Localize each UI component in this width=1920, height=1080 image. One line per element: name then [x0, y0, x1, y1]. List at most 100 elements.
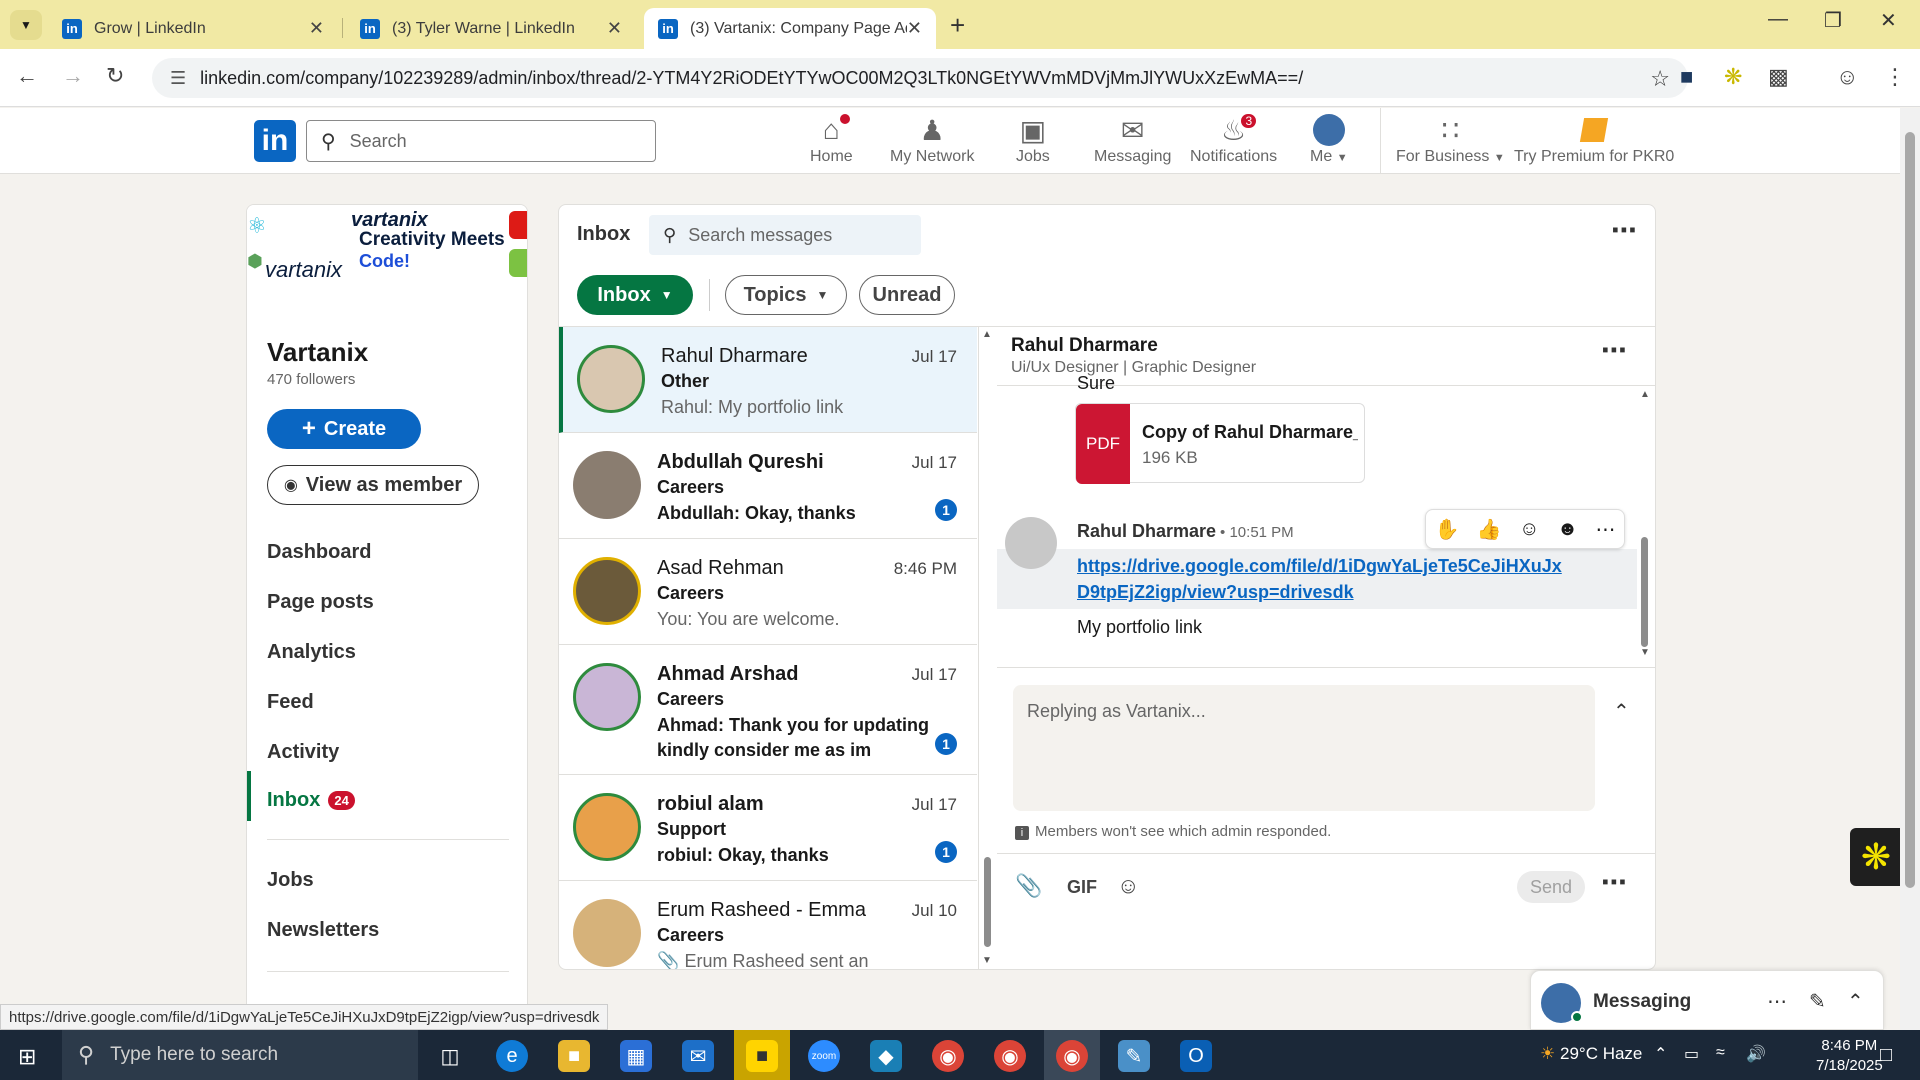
page-scrollbar[interactable] [1900, 108, 1920, 1030]
notification-center-icon[interactable]: □ [1880, 1044, 1892, 1067]
close-tab-icon[interactable]: ✕ [607, 18, 622, 39]
taskbar-search-input[interactable]: ⚲ Type here to search [62, 1030, 418, 1080]
conversation-item[interactable]: Abdullah Qureshi Jul 17 Careers Abdullah… [559, 433, 977, 539]
extension-icon[interactable]: ■ [1680, 64, 1693, 90]
conversation-item[interactable]: Ahmad Arshad Jul 17 Careers Ahmad: Thank… [559, 645, 977, 775]
conversation-item[interactable]: Erum Rasheed - Emma Jul 10 Careers 📎 Eru… [559, 881, 977, 969]
wifi-icon[interactable]: ≈ [1716, 1044, 1725, 1062]
message-link[interactable]: https://drive.google.com/file/d/1iDgwYaL… [1077, 553, 1567, 605]
paperclip-icon[interactable]: 📎 [1015, 873, 1042, 899]
profile-icon[interactable]: ☺ [1836, 64, 1858, 90]
add-reaction-icon[interactable]: ☻ [1557, 518, 1578, 541]
sidebar-item-newsletters[interactable]: Newsletters [267, 919, 379, 942]
filter-unread-button[interactable]: Unread [859, 275, 955, 315]
chevron-up-icon[interactable]: ⌃ [1613, 699, 1630, 724]
filter-inbox-dropdown[interactable]: Inbox ▼ [577, 275, 693, 315]
scrollbar-thumb[interactable] [1905, 132, 1915, 888]
tab-search-chevron-icon[interactable]: ▼ [10, 10, 42, 40]
browser-tab-tyler[interactable]: in (3) Tyler Warne | LinkedIn ✕ [346, 8, 636, 49]
microsoft-store-icon[interactable]: ▦ [620, 1040, 652, 1072]
sidebar-item-dashboard[interactable]: Dashboard [267, 541, 371, 564]
browser-menu-icon[interactable]: ⋮ [1884, 64, 1906, 90]
chrome-profile-icon[interactable]: ◉ [994, 1040, 1026, 1072]
messaging-overlay-bar[interactable]: Messaging ⋯ ✎ ⌃ [1530, 970, 1884, 1030]
nav-notifications[interactable]: ♨ 3 Notifications [1190, 112, 1277, 166]
conversation-item[interactable]: Rahul Dharmare Jul 17 Other Rahul: My po… [559, 327, 977, 433]
composer-more-icon[interactable]: ⋯ [1601, 867, 1628, 898]
edge-browser-icon[interactable]: e [496, 1040, 528, 1072]
forward-arrow-icon[interactable]: → [62, 63, 84, 89]
create-button[interactable]: + Create [267, 409, 421, 449]
chrome-active-icon[interactable]: ◉ [1056, 1040, 1088, 1072]
emoji-icon[interactable]: ☺ [1117, 873, 1139, 899]
maximize-icon[interactable]: ❐ [1824, 8, 1842, 33]
close-tab-icon[interactable]: ✕ [309, 18, 324, 39]
message-sender[interactable]: Rahul Dharmare • 10:51 PM [1077, 521, 1294, 542]
mail-icon[interactable]: ✉ [682, 1040, 714, 1072]
tray-chevron-up-icon[interactable]: ⌃ [1654, 1044, 1667, 1064]
nav-me[interactable]: Me ▼ [1310, 114, 1348, 166]
send-button[interactable]: Send [1517, 871, 1585, 903]
sticky-notes-icon[interactable]: ■ [746, 1040, 778, 1072]
thread-contact-name[interactable]: Rahul Dharmare [1011, 335, 1158, 357]
minimize-icon[interactable]: — [1768, 8, 1788, 31]
nav-premium[interactable]: Try Premium for PKR0 [1514, 114, 1674, 166]
thread-more-options-icon[interactable]: ⋯ [1601, 335, 1628, 366]
thread-scrollbar[interactable]: ▲ ▼ [1637, 389, 1653, 659]
conversation-item[interactable]: Asad Rehman 8:46 PM Careers You: You are… [559, 539, 977, 645]
nav-messaging[interactable]: ✉ Messaging [1094, 114, 1171, 166]
messaging-more-icon[interactable]: ⋯ [1767, 989, 1787, 1014]
close-window-icon[interactable]: ✕ [1880, 8, 1897, 33]
linkedin-logo[interactable]: in [254, 120, 296, 162]
filter-topics-dropdown[interactable]: Topics ▼ [725, 275, 847, 315]
nav-for-business[interactable]: ∷ For Business ▼ [1396, 114, 1505, 166]
global-search-input[interactable]: ⚲ Search [306, 120, 656, 162]
weather-widget[interactable]: ☀ 29°C Haze [1540, 1044, 1642, 1064]
thumbs-up-emoji-icon[interactable]: 👍 [1477, 517, 1502, 542]
outlook-icon[interactable]: O [1180, 1040, 1212, 1072]
windows-start-icon[interactable]: ⊞ [18, 1044, 36, 1070]
reply-textarea[interactable]: Replying as Vartanix... [1013, 685, 1595, 811]
system-clock[interactable]: 8:46 PM 7/18/2025 [1816, 1036, 1883, 1076]
sidebar-item-feed[interactable]: Feed [267, 691, 314, 714]
scroll-down-arrow-icon[interactable]: ▼ [1640, 647, 1650, 658]
reload-icon[interactable]: ↻ [106, 63, 124, 89]
floating-widget-sparkle-icon[interactable]: ❋ [1850, 828, 1902, 886]
sidebar-item-inbox[interactable]: Inbox 24 [267, 789, 355, 812]
bookmark-star-icon[interactable]: ☆ [1650, 66, 1670, 92]
new-tab-plus-icon[interactable]: + [950, 10, 965, 41]
scroll-up-arrow-icon[interactable]: ▲ [1640, 389, 1650, 400]
sidebar-item-page-posts[interactable]: Page posts [267, 591, 374, 614]
sidebar-item-analytics[interactable]: Analytics [267, 641, 356, 664]
inbox-more-options-icon[interactable]: ⋯ [1611, 215, 1638, 246]
scrollbar-thumb[interactable] [1641, 537, 1648, 647]
scrollbar-thumb[interactable] [984, 857, 991, 947]
app-diamond-icon[interactable]: ◆ [870, 1040, 902, 1072]
chrome-icon[interactable]: ◉ [932, 1040, 964, 1072]
close-tab-icon[interactable]: ✕ [907, 18, 922, 39]
volume-icon[interactable]: 🔊 [1746, 1044, 1766, 1064]
gif-button[interactable]: GIF [1067, 877, 1097, 898]
nav-home[interactable]: ⌂ Home [810, 112, 853, 166]
sidebar-item-activity[interactable]: Activity [267, 741, 339, 764]
scroll-down-arrow-icon[interactable]: ▼ [982, 955, 992, 966]
sidebar-item-jobs[interactable]: Jobs [267, 869, 314, 892]
message-more-icon[interactable]: ⋯ [1595, 517, 1615, 542]
notepad-icon[interactable]: ✎ [1118, 1040, 1150, 1072]
zoom-icon[interactable]: zoom [808, 1040, 840, 1072]
file-explorer-icon[interactable]: ■ [558, 1040, 590, 1072]
company-name[interactable]: Vartanix [267, 337, 368, 368]
nav-jobs[interactable]: ▣ Jobs [1016, 114, 1050, 166]
smile-emoji-icon[interactable]: ☺ [1519, 518, 1539, 541]
browser-tab-grow[interactable]: in Grow | LinkedIn ✕ [48, 8, 338, 49]
view-as-member-button[interactable]: ◉ View as member [267, 465, 479, 505]
pdf-attachment[interactable]: PDF Copy of Rahul Dharmare_(F 196 KB [1075, 403, 1365, 484]
conversation-item[interactable]: robiul alam Jul 17 Support robiul: Okay,… [559, 775, 977, 881]
avatar[interactable] [1005, 517, 1057, 569]
nav-my-network[interactable]: ♟ My Network [890, 114, 974, 166]
compose-icon[interactable]: ✎ [1809, 989, 1826, 1014]
browser-tab-vartanix[interactable]: in (3) Vartanix: Company Page Adr ✕ [644, 8, 936, 49]
chevron-up-icon[interactable]: ⌃ [1847, 989, 1864, 1014]
url-input[interactable]: ☰ linkedin.com/company/102239289/admin/i… [152, 58, 1688, 98]
back-arrow-icon[interactable]: ← [16, 63, 38, 89]
